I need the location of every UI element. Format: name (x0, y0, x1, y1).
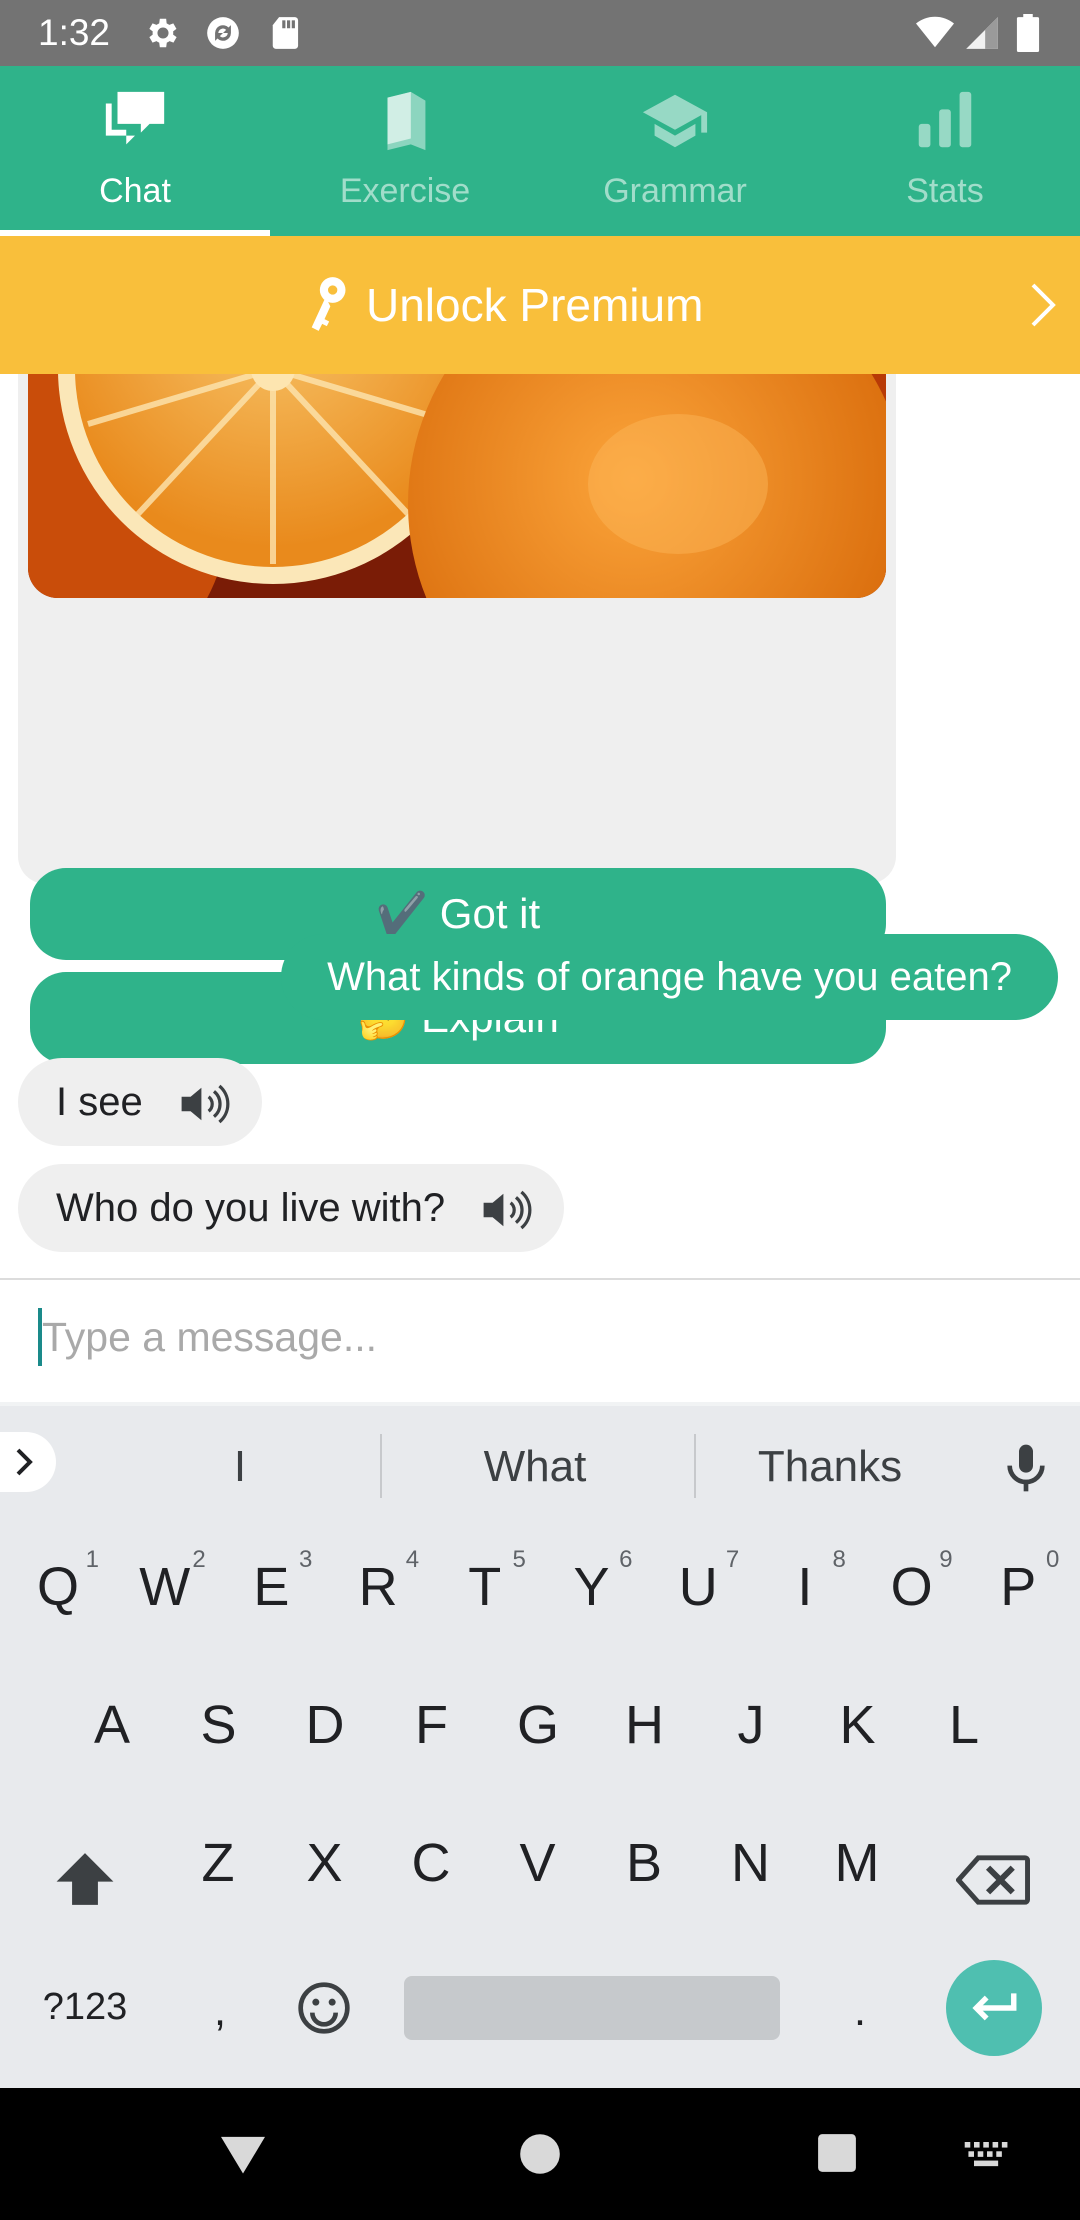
suggestion-word[interactable]: What (420, 1442, 650, 1492)
message-text: Who do you live with? (56, 1186, 446, 1230)
key-number-hint: 9 (939, 1546, 953, 1573)
message-composer (0, 1278, 1080, 1402)
key-c[interactable]: C (386, 1832, 476, 1894)
key-v[interactable]: V (493, 1832, 583, 1894)
chat-icon (105, 91, 165, 145)
period-key[interactable]: . (812, 1986, 908, 2036)
system-nav-bar (0, 2088, 1080, 2220)
bar-chart-icon (918, 91, 972, 148)
signal-icon (966, 17, 998, 49)
graduation-cap-icon (642, 94, 708, 148)
suggestion-word[interactable]: I (200, 1442, 280, 1492)
key-number-hint: 5 (512, 1546, 526, 1573)
tab-label: Grammar (603, 172, 747, 210)
key-h[interactable]: H (600, 1694, 690, 1756)
tab-label: Stats (906, 172, 984, 210)
tab-exercise[interactable]: Exercise (270, 66, 540, 236)
tab-bar: Chat Exercise Grammar Stats (0, 66, 1080, 236)
outgoing-message: What kinds of orange have you eaten? (281, 934, 1058, 1020)
chevron-right-icon (16, 1448, 33, 1476)
key-a[interactable]: A (67, 1694, 157, 1756)
chevron-right-icon (1031, 283, 1056, 327)
key-e[interactable]: E3 (226, 1546, 316, 1618)
sync-icon (207, 17, 239, 49)
enter-key[interactable] (946, 1960, 1042, 2056)
tab-chat[interactable]: Chat (0, 66, 270, 236)
tab-label: Exercise (339, 172, 471, 210)
key-q[interactable]: Q1 (13, 1546, 103, 1618)
premium-label: Unlock Premium (366, 279, 704, 331)
suggestion-divider (380, 1434, 382, 1498)
key-icon (311, 277, 346, 331)
incoming-message: Who do you live with? (18, 1164, 565, 1252)
key-z[interactable]: Z (173, 1832, 263, 1894)
key-b[interactable]: B (599, 1832, 689, 1894)
wifi-icon (916, 16, 954, 48)
message-input[interactable] (36, 1304, 1036, 1370)
tab-label: Chat (99, 172, 171, 210)
soft-keyboard: I What Thanks Q1W2E3R4T5Y6U7I8O9P0 ASDFG… (0, 1402, 1080, 2088)
key-number-hint: 4 (405, 1546, 420, 1573)
key-w[interactable]: W2 (120, 1546, 210, 1618)
expand-toolbar-button[interactable] (0, 1432, 56, 1492)
status-bar: 1:32 (0, 0, 1080, 66)
shift-icon[interactable] (54, 1850, 116, 1908)
key-d[interactable]: D (280, 1694, 370, 1756)
keyboard-switch-icon[interactable] (964, 2142, 1010, 2168)
key-f[interactable]: F (387, 1694, 477, 1756)
tab-stats[interactable]: Stats (810, 66, 1080, 236)
backspace-icon[interactable] (956, 1854, 1030, 1906)
speaker-icon[interactable] (480, 1190, 534, 1230)
key-t[interactable]: T5 (440, 1546, 530, 1618)
tab-grammar[interactable]: Grammar (540, 66, 810, 236)
emoji-icon[interactable] (296, 1980, 352, 2036)
key-number-hint: 8 (832, 1546, 846, 1573)
key-number-hint: 3 (299, 1546, 313, 1573)
suggestion-divider (694, 1434, 696, 1498)
key-k[interactable]: K (813, 1694, 903, 1756)
key-number-hint: 7 (725, 1546, 740, 1573)
enter-icon (972, 1993, 1017, 2021)
orange-photo (28, 374, 886, 598)
key-i[interactable]: I8 (760, 1546, 850, 1618)
key-r[interactable]: R4 (333, 1546, 423, 1618)
key-m[interactable]: M (812, 1832, 902, 1894)
recents-icon[interactable] (816, 2132, 858, 2174)
chat-thread[interactable]: ✔️ Got it 🤔 Explain What kinds of orange… (0, 374, 1080, 1278)
key-y[interactable]: Y6 (547, 1546, 637, 1618)
battery-icon (1016, 14, 1040, 52)
key-u[interactable]: U7 (653, 1546, 743, 1618)
key-l[interactable]: L (919, 1694, 1009, 1756)
space-key[interactable] (404, 1976, 780, 2040)
key-s[interactable]: S (174, 1694, 264, 1756)
key-number-hint: 6 (619, 1546, 633, 1573)
key-g[interactable]: G (493, 1694, 583, 1756)
home-icon[interactable] (518, 2132, 562, 2176)
key-number-hint: 1 (85, 1546, 99, 1573)
sd-card-icon (272, 17, 299, 49)
key-number-hint: 0 (1045, 1546, 1060, 1573)
message-text: I see (56, 1080, 143, 1124)
microphone-icon[interactable] (998, 1440, 1054, 1496)
settings-icon (149, 18, 177, 48)
key-o[interactable]: O9 (867, 1546, 957, 1618)
suggestion-strip: I What Thanks (0, 1402, 1080, 1522)
incoming-message: I see (18, 1058, 262, 1146)
key-number-hint: 2 (192, 1546, 206, 1573)
key-x[interactable]: X (280, 1832, 370, 1894)
comma-key[interactable]: , (172, 1986, 268, 2036)
status-time: 1:32 (38, 12, 111, 53)
symbols-key[interactable]: ?123 (40, 1986, 130, 2029)
speaker-icon[interactable] (178, 1084, 232, 1124)
back-icon[interactable] (218, 2132, 268, 2176)
unlock-premium-banner[interactable]: Unlock Premium (0, 236, 1080, 374)
suggestion-word[interactable]: Thanks (720, 1442, 940, 1492)
key-p[interactable]: P0 (973, 1546, 1063, 1618)
key-j[interactable]: J (706, 1694, 796, 1756)
book-icon (387, 91, 426, 151)
key-n[interactable]: N (706, 1832, 796, 1894)
